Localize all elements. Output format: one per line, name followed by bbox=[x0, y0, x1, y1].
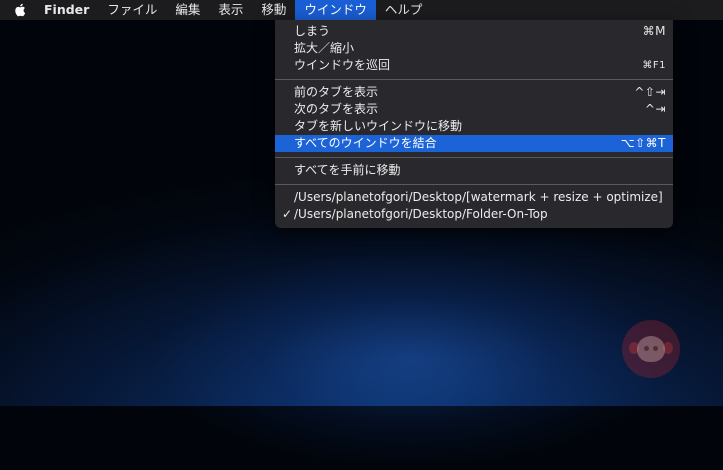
menu-item-shortcut: ⌘M bbox=[642, 24, 666, 38]
menu-item-label: /Users/planetofgori/Desktop/[watermark +… bbox=[294, 190, 663, 204]
menu-item-next-tab[interactable]: 次のタブを表示 ^⇥ bbox=[275, 101, 673, 118]
menu-item-merge-all-windows[interactable]: すべてのウインドウを結合 ⌥⇧⌘T bbox=[275, 135, 673, 152]
menu-item-label: 前のタブを表示 bbox=[294, 85, 379, 99]
menu-separator bbox=[275, 79, 673, 80]
gorilla-logo bbox=[622, 320, 680, 378]
desktop-glow bbox=[150, 250, 670, 470]
menu-item-previous-tab[interactable]: 前のタブを表示 ^⇧⇥ bbox=[275, 84, 673, 101]
menu-finder[interactable]: Finder bbox=[36, 0, 98, 20]
logo-face bbox=[637, 336, 665, 362]
menu-file[interactable]: ファイル bbox=[98, 0, 166, 20]
menu-separator bbox=[275, 157, 673, 158]
menu-window[interactable]: ウインドウ bbox=[295, 0, 376, 20]
menu-item-bring-all-to-front[interactable]: すべてを手前に移動 bbox=[275, 162, 673, 179]
logo-eye-left bbox=[644, 346, 649, 351]
menu-item-minimize[interactable]: しまう ⌘M bbox=[275, 23, 673, 40]
menu-item-label: 拡大／縮小 bbox=[294, 41, 355, 55]
apple-menu[interactable] bbox=[0, 0, 36, 20]
menu-edit[interactable]: 編集 bbox=[166, 0, 209, 20]
menu-item-label: ウインドウを巡回 bbox=[294, 58, 391, 72]
menu-item-shortcut: ^⇧⇥ bbox=[634, 85, 666, 99]
menu-item-window-folder-on-top[interactable]: ✓ /Users/planetofgori/Desktop/Folder-On-… bbox=[275, 206, 673, 223]
menu-item-label: すべてのウインドウを結合 bbox=[294, 136, 437, 150]
menu-item-shortcut: ⌘F1 bbox=[642, 60, 666, 71]
menu-item-label: すべてを手前に移動 bbox=[294, 163, 401, 177]
menu-item-move-tab-to-new-window[interactable]: タブを新しいウインドウに移動 bbox=[275, 118, 673, 135]
menu-item-window-watermark[interactable]: /Users/planetofgori/Desktop/[watermark +… bbox=[275, 189, 673, 206]
menu-bar: Finder ファイル 編集 表示 移動 ウインドウ ヘルプ bbox=[0, 0, 723, 20]
menu-item-zoom[interactable]: 拡大／縮小 bbox=[275, 40, 673, 57]
logo-eye-right bbox=[653, 346, 658, 351]
menu-go[interactable]: 移動 bbox=[252, 0, 295, 20]
checkmark-icon: ✓ bbox=[281, 207, 293, 221]
menu-view[interactable]: 表示 bbox=[209, 0, 252, 20]
menu-item-label: /Users/planetofgori/Desktop/Folder-On-To… bbox=[294, 207, 548, 221]
menu-help[interactable]: ヘルプ bbox=[376, 0, 432, 20]
menu-item-cycle-windows[interactable]: ウインドウを巡回 ⌘F1 bbox=[275, 57, 673, 74]
menu-item-shortcut: ⌥⇧⌘T bbox=[620, 136, 666, 150]
menu-item-label: 次のタブを表示 bbox=[294, 102, 379, 116]
window-dropdown-menu: しまう ⌘M 拡大／縮小 ウインドウを巡回 ⌘F1 前のタブを表示 ^⇧⇥ 次の… bbox=[275, 20, 673, 228]
menu-separator bbox=[275, 184, 673, 185]
menu-item-shortcut: ^⇥ bbox=[644, 102, 666, 116]
apple-icon bbox=[15, 3, 26, 17]
menu-item-label: タブを新しいウインドウに移動 bbox=[294, 119, 463, 133]
menu-item-label: しまう bbox=[294, 24, 331, 38]
